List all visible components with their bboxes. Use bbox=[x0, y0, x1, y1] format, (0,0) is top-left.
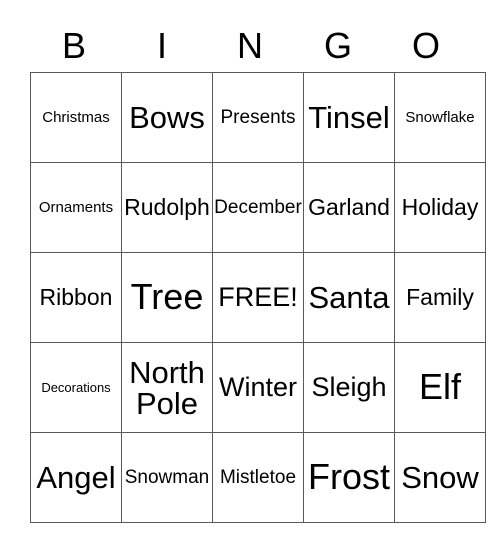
bingo-cell-label: Rudolph bbox=[124, 193, 210, 220]
bingo-cell-label: Decorations bbox=[41, 379, 111, 395]
bingo-row: Christmas Bows Presents Tinsel Snowflake bbox=[30, 72, 486, 163]
bingo-cell-label: Family bbox=[406, 283, 474, 310]
bingo-cell-label: Holiday bbox=[401, 193, 479, 220]
bingo-header-letter-o: O bbox=[411, 25, 440, 66]
bingo-cell-label: Presents bbox=[220, 106, 296, 128]
bingo-row: Ribbon Tree FREE! Santa Family bbox=[30, 252, 486, 343]
bingo-cell-label: Winter bbox=[218, 371, 297, 402]
bingo-cell-2-3[interactable]: Santa bbox=[303, 252, 395, 343]
bingo-cell-label: Tinsel bbox=[308, 99, 390, 135]
bingo-cell-0-1[interactable]: Bows bbox=[121, 72, 213, 163]
bingo-row: Decorations North Pole Winter Sleigh Elf bbox=[30, 342, 486, 433]
bingo-cell-label: Sleigh bbox=[311, 371, 387, 402]
bingo-cell-label: December bbox=[214, 196, 302, 218]
bingo-grid: Christmas Bows Presents Tinsel Snowflake Orna… bbox=[30, 72, 486, 523]
bingo-cell-label: Ribbon bbox=[39, 283, 113, 310]
bingo-cell-label: Angel bbox=[36, 459, 116, 495]
bingo-card: B I N G O Christmas Bows Presents Tinsel Snowfla… bbox=[30, 20, 486, 523]
bingo-cell-label: Christmas bbox=[42, 108, 110, 126]
bingo-row: Angel Snowman Mistletoe Frost Snow bbox=[30, 432, 486, 523]
bingo-cell-1-2[interactable]: December bbox=[212, 162, 304, 253]
bingo-cell-0-2[interactable]: Presents bbox=[212, 72, 304, 163]
bingo-cell-label: Mistletoe bbox=[219, 466, 297, 488]
bingo-cell-2-2[interactable]: FREE! bbox=[212, 252, 304, 343]
bingo-cell-0-3[interactable]: Tinsel bbox=[303, 72, 395, 163]
bingo-cell-0-4[interactable]: Snowflake bbox=[394, 72, 486, 163]
bingo-cell-2-0[interactable]: Ribbon bbox=[30, 252, 122, 343]
bingo-cell-label: Garland bbox=[308, 193, 390, 220]
bingo-cell-2-1[interactable]: Tree bbox=[121, 252, 213, 343]
bingo-cell-label: North Pole bbox=[129, 354, 205, 421]
bingo-cell-3-3[interactable]: Sleigh bbox=[303, 342, 395, 433]
bingo-header-row: BINGO bbox=[30, 20, 470, 72]
bingo-cell-0-0[interactable]: Christmas bbox=[30, 72, 122, 163]
bingo-cell-1-3[interactable]: Garland bbox=[303, 162, 395, 253]
bingo-cell-4-2[interactable]: Mistletoe bbox=[212, 432, 304, 523]
bingo-cell-label: Bows bbox=[129, 99, 205, 135]
bingo-cell-label: Snowflake bbox=[405, 108, 475, 126]
bingo-cell-4-3[interactable]: Frost bbox=[303, 432, 395, 523]
bingo-cell-1-1[interactable]: Rudolph bbox=[121, 162, 213, 253]
bingo-grid-body: Christmas Bows Presents Tinsel Snowflake Orna… bbox=[30, 72, 486, 523]
bingo-header-letter-n: N bbox=[237, 25, 263, 66]
bingo-cell-3-1[interactable]: North Pole bbox=[121, 342, 213, 433]
bingo-cell-label: Snow bbox=[401, 459, 479, 495]
bingo-cell-label: Elf bbox=[418, 366, 461, 408]
bingo-row: Ornaments Rudolph December Garland Holiday bbox=[30, 162, 486, 253]
bingo-cell-3-2[interactable]: Winter bbox=[212, 342, 304, 433]
bingo-cell-1-4[interactable]: Holiday bbox=[394, 162, 486, 253]
bingo-cell-label: FREE! bbox=[218, 281, 298, 312]
bingo-cell-4-0[interactable]: Angel bbox=[30, 432, 122, 523]
bingo-cell-label: Santa bbox=[308, 279, 390, 315]
bingo-cell-label: Frost bbox=[307, 456, 390, 498]
bingo-cell-label: Tree bbox=[130, 276, 204, 318]
bingo-cell-3-4[interactable]: Elf bbox=[394, 342, 486, 433]
bingo-cell-4-4[interactable]: Snow bbox=[394, 432, 486, 523]
bingo-cell-1-0[interactable]: Ornaments bbox=[30, 162, 122, 253]
bingo-cell-label: Ornaments bbox=[38, 198, 114, 216]
bingo-cell-2-4[interactable]: Family bbox=[394, 252, 486, 343]
bingo-cell-3-0[interactable]: Decorations bbox=[30, 342, 122, 433]
bingo-cell-4-1[interactable]: Snowman bbox=[121, 432, 213, 523]
bingo-header-letter-i: I bbox=[156, 25, 167, 66]
bingo-header-letter-b: B bbox=[61, 25, 86, 66]
bingo-cell-label: Snowman bbox=[124, 466, 210, 488]
bingo-header-letter-g: G bbox=[323, 25, 352, 66]
